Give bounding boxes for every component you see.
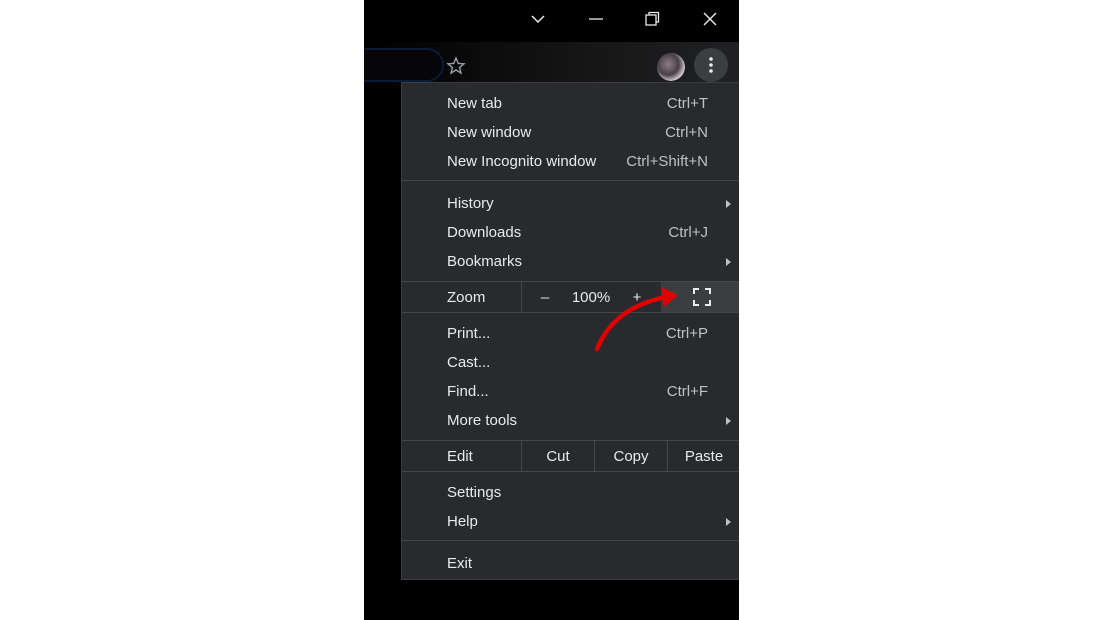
- browser-window: New tab Ctrl+T New window Ctrl+N New Inc…: [364, 0, 739, 620]
- red-arrow-annotation: [594, 287, 678, 352]
